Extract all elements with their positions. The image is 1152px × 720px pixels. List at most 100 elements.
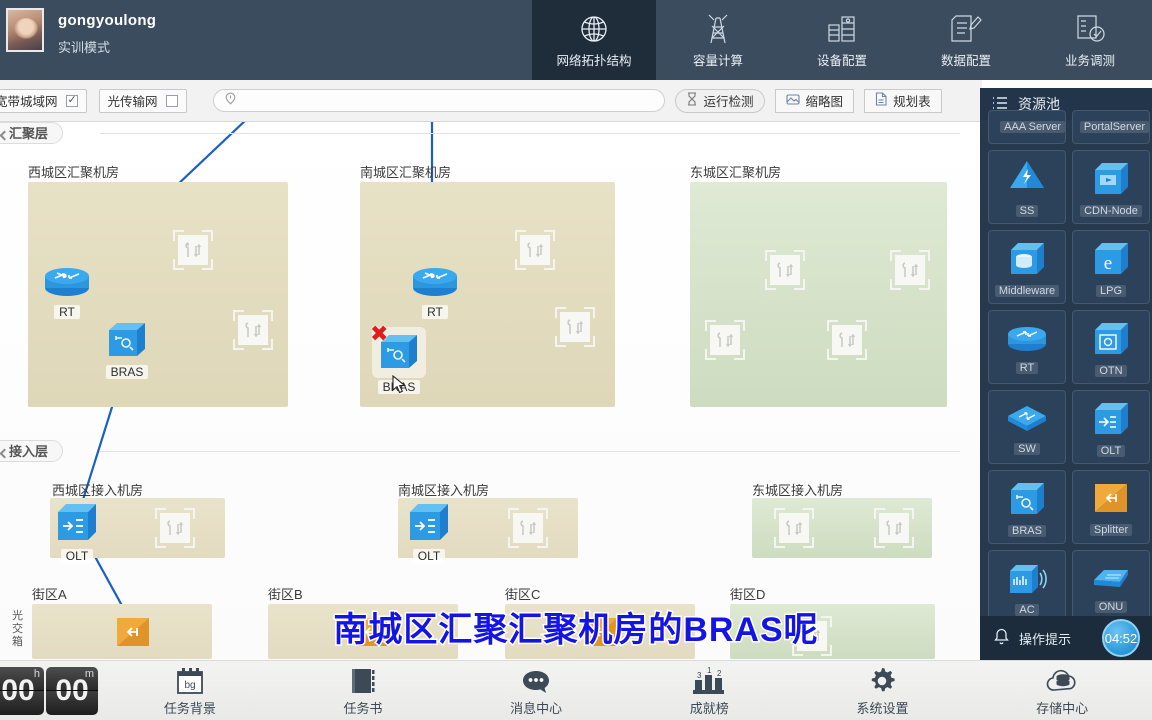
empty-slot[interactable] <box>792 616 832 656</box>
resource-item-middleware[interactable]: Middleware <box>988 230 1066 304</box>
gear-icon <box>868 665 896 695</box>
tab-device-config[interactable]: 设备配置 <box>780 0 904 80</box>
resource-item-bras[interactable]: BRAS <box>988 470 1066 544</box>
middleware-icon <box>1005 238 1049 283</box>
canvas-toolbar: 宽带城域网 光传输网 运行检测 缩略图 <box>0 80 982 122</box>
bras-icon <box>98 318 156 363</box>
street-title-b: 街区B <box>268 587 303 602</box>
info-pin-icon <box>224 92 237 110</box>
street-title-c: 街区C <box>505 587 541 602</box>
clock-minutes-value: 00 <box>55 673 89 707</box>
wrench-slot-icon <box>710 325 740 355</box>
empty-slot[interactable] <box>705 320 745 360</box>
user-avatar[interactable] <box>6 8 44 52</box>
filter-chip-optical-network[interactable]: 光传输网 <box>98 88 187 113</box>
resource-item-cdn-node[interactable]: CDN-Node <box>1072 150 1150 224</box>
search-input[interactable] <box>242 93 654 108</box>
resource-label: ONU <box>1094 600 1128 613</box>
empty-slot[interactable] <box>555 307 595 347</box>
bell-icon <box>994 628 1009 648</box>
wrench-slot-icon <box>779 513 809 543</box>
taskbar-label: 系统设置 <box>856 700 909 716</box>
topology-canvas[interactable]: 汇聚层 西城区汇聚机房 RT BRAS 南城区汇聚机房 RT ✖ 东城区汇聚机房… <box>0 122 982 660</box>
device-west-olt[interactable]: OLT <box>48 500 106 565</box>
tab-service-test[interactable]: 业务调测 <box>1028 0 1152 80</box>
resource-item-aaa-server[interactable]: AAA Server <box>988 110 1066 144</box>
chip-label: 宽带城域网 <box>0 95 58 109</box>
taskbar-item-task-book[interactable]: 任务书 <box>343 665 382 717</box>
wrench-slot-icon <box>797 621 827 651</box>
resource-item-onu[interactable]: ONU <box>1072 550 1150 624</box>
filter-chip-metro-network[interactable]: 宽带城域网 <box>0 88 87 113</box>
resource-item-sw[interactable]: SW <box>988 390 1066 464</box>
empty-slot[interactable] <box>508 508 548 548</box>
planning-table-button[interactable]: 规划表 <box>864 88 942 113</box>
empty-slot[interactable] <box>774 508 814 548</box>
empty-slot[interactable] <box>173 230 213 270</box>
calendar-bg-icon: bg <box>175 665 205 695</box>
resource-item-lpg[interactable]: e LPG <box>1072 230 1150 304</box>
street-block-d[interactable] <box>730 604 935 659</box>
layer-tab-access[interactable]: 接入层 <box>0 440 64 462</box>
empty-slot[interactable] <box>765 250 805 290</box>
device-south-rt[interactable]: RT <box>406 264 464 321</box>
checkbox-metro-network[interactable] <box>65 93 78 107</box>
device-west-bras[interactable]: BRAS <box>98 318 156 381</box>
resource-label: CDN-Node <box>1080 204 1142 217</box>
search-bar[interactable] <box>212 89 665 112</box>
resource-label: SW <box>1014 442 1040 455</box>
tab-capacity-calc[interactable]: 容量计算 <box>656 0 780 80</box>
resource-label: OLT <box>1096 444 1126 457</box>
layer-tab-aggregation[interactable]: 汇聚层 <box>0 122 64 144</box>
device-splitter-a[interactable]: Splitter <box>104 612 162 660</box>
taskbar-label: 任务书 <box>343 700 383 716</box>
wrench-slot-icon <box>895 255 925 285</box>
user-info-block: gongyoulong 实训模式 <box>58 0 156 80</box>
device-splitter-c[interactable]: Splitter <box>572 612 630 660</box>
taskbar-item-task-background[interactable]: bg 任务背景 <box>164 665 216 717</box>
resource-item-rt[interactable]: RT <box>988 310 1066 384</box>
operation-tip-bar[interactable]: 操作提示 04:52 <box>980 616 1152 660</box>
thumbnail-button[interactable]: 缩略图 <box>774 88 855 113</box>
taskbar-item-message-center[interactable]: 消息中心 <box>510 665 562 717</box>
run-detection-button[interactable]: 运行检测 <box>674 88 765 113</box>
wrench-slot-icon <box>832 325 862 355</box>
empty-slot[interactable] <box>233 310 273 350</box>
empty-slot[interactable] <box>155 508 195 548</box>
resource-item-otn[interactable]: OTN <box>1072 310 1150 384</box>
resource-pool-panel: 资源池 AAA Server PortalServer SS CDN-Node … <box>980 88 1152 660</box>
device-south-olt[interactable]: OLT <box>400 500 458 565</box>
wrench-slot-icon <box>560 312 590 342</box>
ss-icon <box>1006 158 1048 203</box>
taskbar-label: 消息中心 <box>510 700 563 716</box>
device-west-rt[interactable]: RT <box>38 264 96 321</box>
resource-item-portal-server[interactable]: PortalServer <box>1072 110 1150 144</box>
resource-item-olt[interactable]: OLT <box>1072 390 1150 464</box>
resource-item-splitter[interactable]: Splitter <box>1072 470 1150 544</box>
taskbar-item-storage-center[interactable]: 存储中心 <box>1036 665 1088 717</box>
empty-slot[interactable] <box>874 508 914 548</box>
empty-slot[interactable] <box>827 320 867 360</box>
layer-divider <box>100 133 960 134</box>
taskbar-item-achievements[interactable]: 3 1 2 成就榜 <box>690 665 729 717</box>
room-east-aggregation[interactable] <box>690 182 947 407</box>
room-east-access[interactable] <box>752 498 932 558</box>
optical-box-side-label: 光交箱 <box>12 610 23 648</box>
error-badge: ✖ <box>370 321 389 346</box>
empty-slot[interactable] <box>515 230 555 270</box>
podium-icon: 3 1 2 <box>692 665 726 695</box>
device-south-bras[interactable]: ✖ BRAS <box>370 323 428 396</box>
router-icon <box>38 264 96 303</box>
server-icon <box>825 12 859 46</box>
tab-data-config[interactable]: 数据配置 <box>904 0 1028 80</box>
resource-item-ss[interactable]: SS <box>988 150 1066 224</box>
empty-slot[interactable] <box>890 250 930 290</box>
resource-label: Splitter <box>1089 523 1133 536</box>
chip-label: 光传输网 <box>107 95 158 109</box>
taskbar-item-system-settings[interactable]: 系统设置 <box>856 665 908 717</box>
room-title-west-aggregation: 西城区汇聚机房 <box>28 165 120 180</box>
device-splitter-b[interactable]: Splitter <box>342 612 400 660</box>
tab-network-topology[interactable]: 网络拓扑结构 <box>532 0 656 80</box>
resource-item-ac[interactable]: AC <box>988 550 1066 624</box>
checkbox-optical-network[interactable] <box>165 94 178 107</box>
